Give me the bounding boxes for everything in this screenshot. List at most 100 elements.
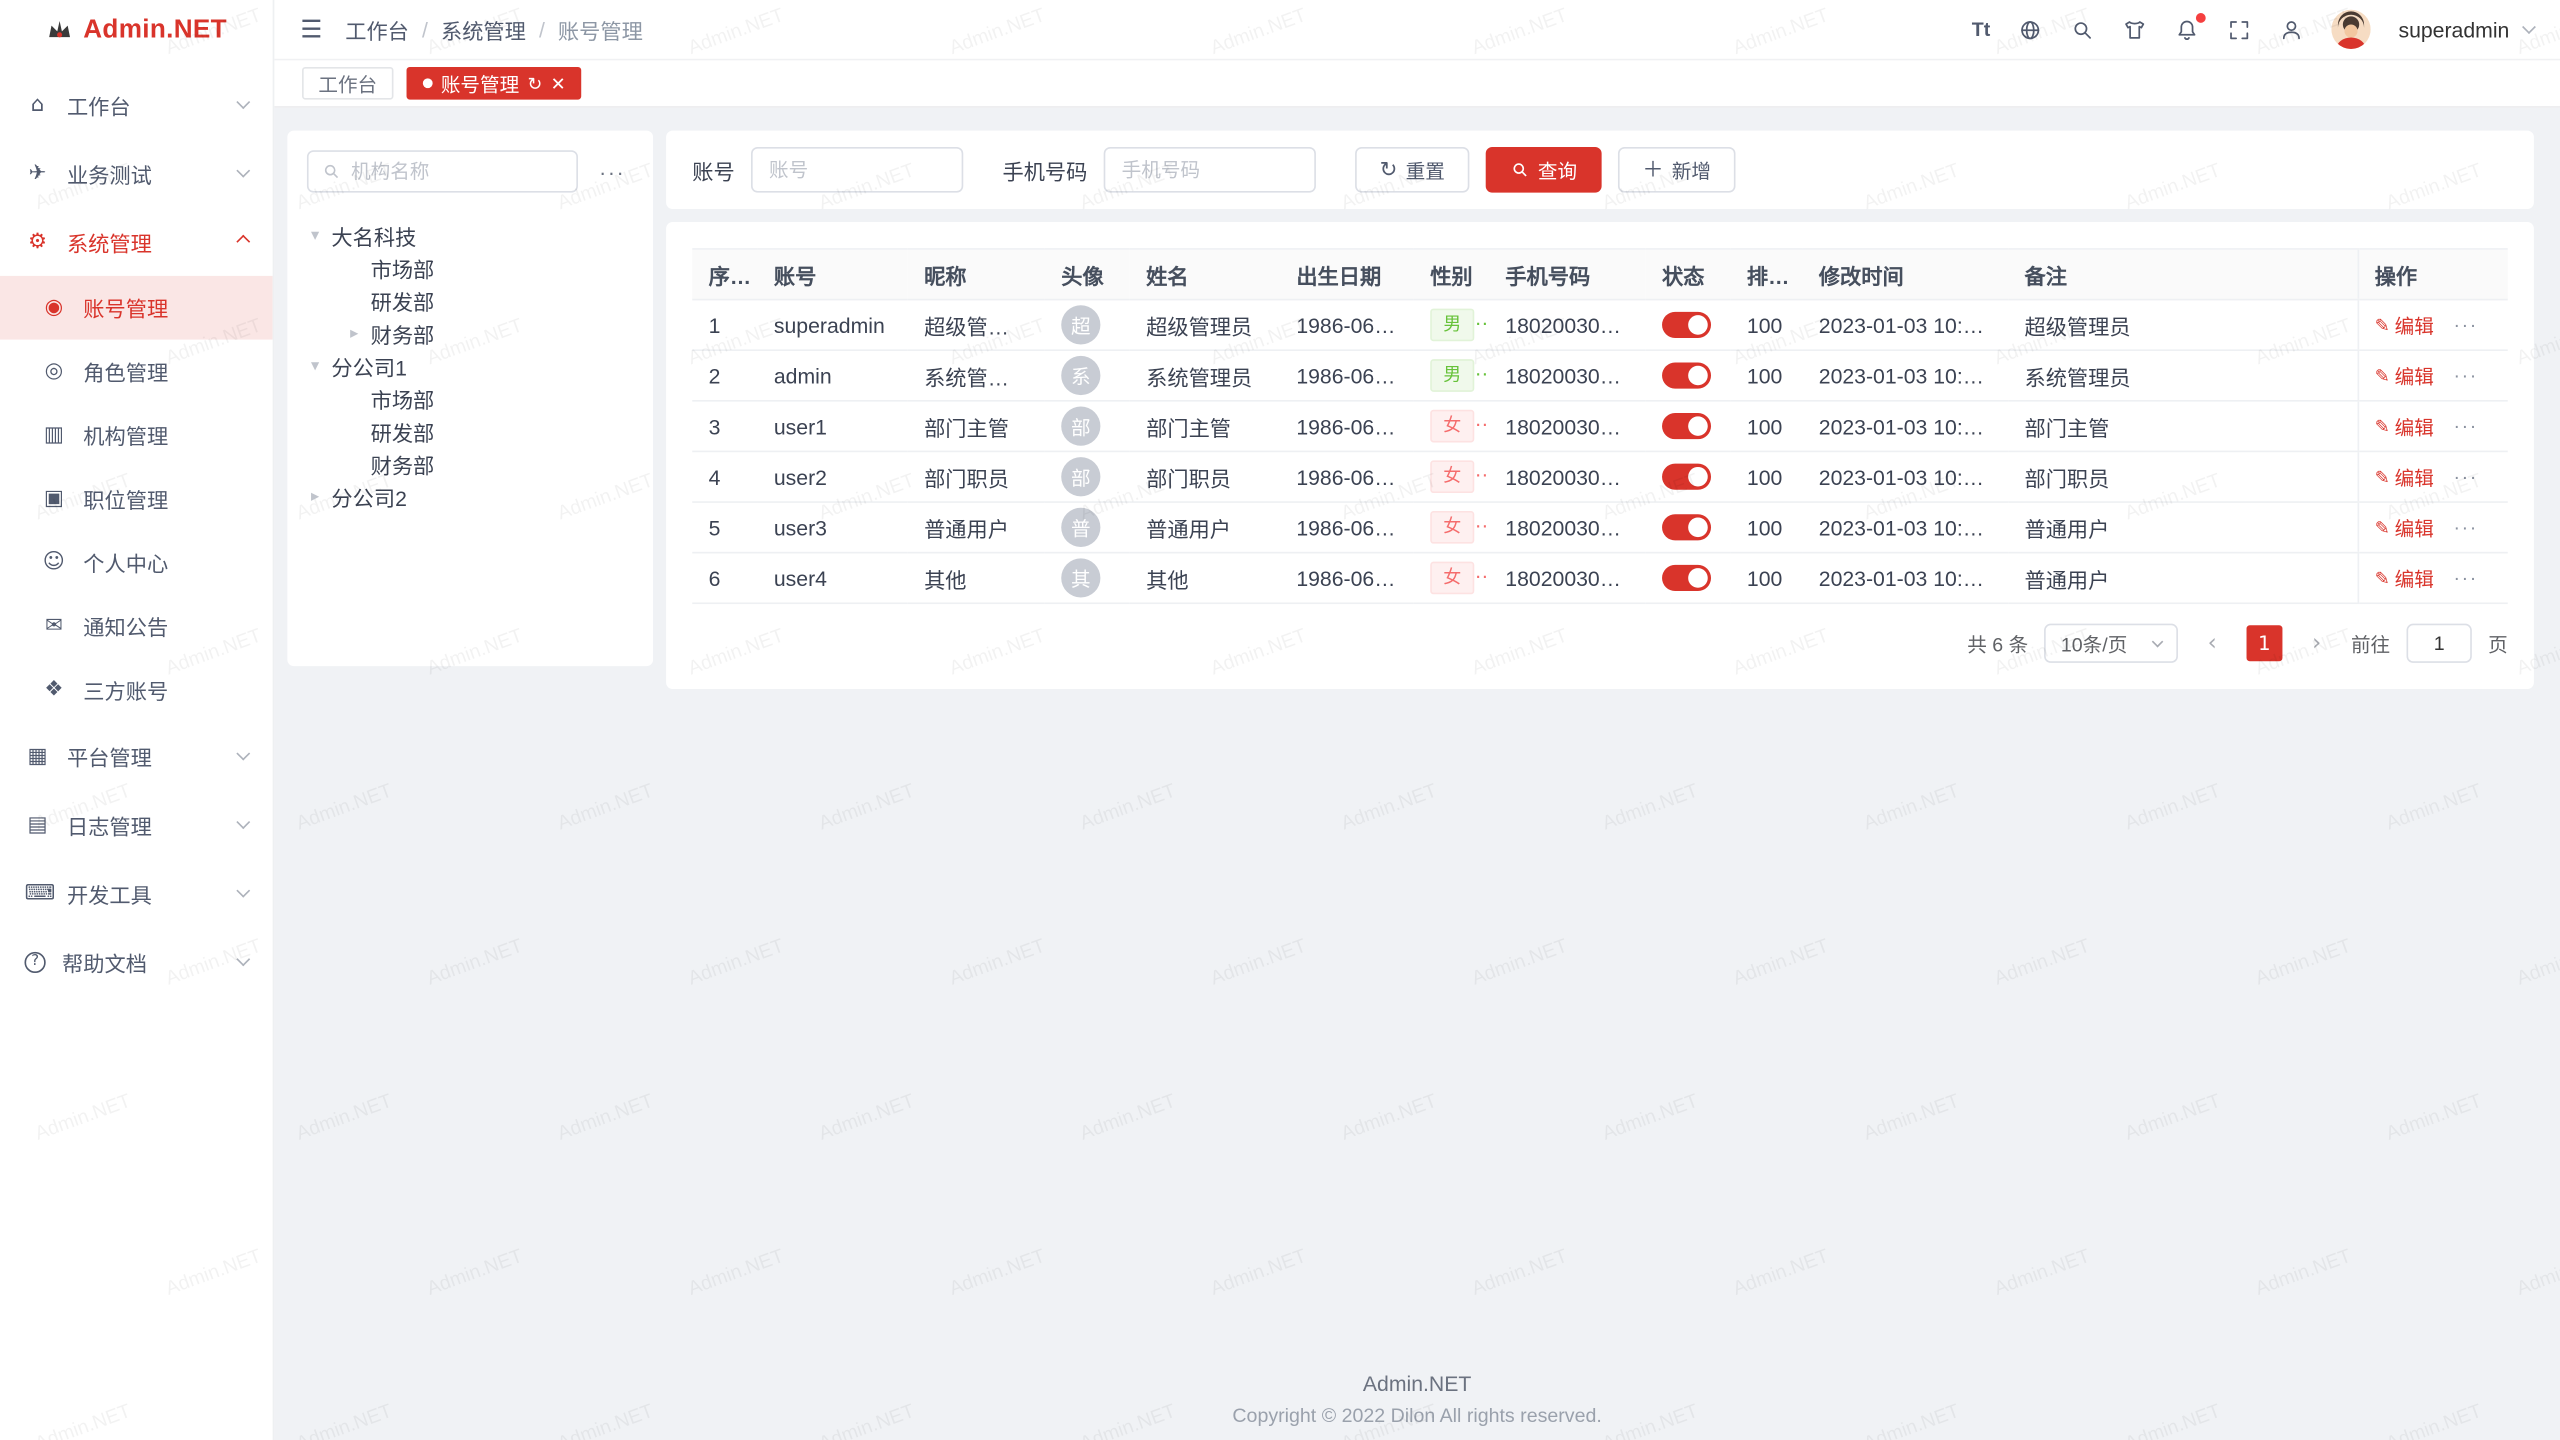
next-page-button[interactable]: › <box>2299 625 2335 661</box>
breadcrumb-item[interactable]: 系统管理 <box>441 14 526 45</box>
sidebar-item-profile-center[interactable]: 个人中心 <box>0 531 273 595</box>
sidebar-item-label: 账号管理 <box>83 292 248 323</box>
user-icon <box>41 296 67 320</box>
globe-icon[interactable] <box>2018 17 2042 41</box>
gender-badge: 女 <box>1430 511 1474 544</box>
notice-icon <box>41 614 67 638</box>
status-toggle[interactable] <box>1662 515 1711 541</box>
user-icon[interactable] <box>2279 17 2303 41</box>
org-tree-panel: ··· ▾大名科技 市场部 研发部 ▸财务部 ▾分公司1 市场部 研发部 财务部… <box>287 131 653 667</box>
more-actions-button[interactable]: ··· <box>2453 515 2477 538</box>
more-actions-button[interactable]: ··· <box>2453 464 2477 487</box>
breadcrumb-item[interactable]: 工作台 <box>345 14 409 45</box>
tab-label: 账号管理 <box>441 69 519 97</box>
page-size-select[interactable]: 10条/页 <box>2045 624 2178 663</box>
cell-gender: 女 <box>1414 401 1489 452</box>
user-avatar[interactable] <box>2332 10 2371 49</box>
notification-icon[interactable] <box>2175 17 2199 41</box>
edit-icon: ✎ <box>2375 567 2390 588</box>
theme-icon[interactable] <box>2123 17 2147 41</box>
edit-button[interactable]: ✎编辑 <box>2375 362 2434 390</box>
sidebar-item-workbench[interactable]: 工作台 <box>0 70 273 139</box>
more-actions-button[interactable]: ··· <box>2453 363 2477 386</box>
cell-actions: ✎编辑 ··· <box>2358 350 2508 401</box>
menu-toggle-icon[interactable]: ☰ <box>300 15 322 44</box>
status-toggle[interactable] <box>1662 414 1711 440</box>
tab-workbench[interactable]: 工作台 <box>302 67 393 100</box>
more-actions-button[interactable]: ··· <box>2453 566 2477 589</box>
caret-down-icon[interactable]: ▾ <box>307 226 323 244</box>
page-button-1[interactable]: 1 <box>2246 625 2282 661</box>
org-search <box>307 150 578 192</box>
edit-button[interactable]: ✎编辑 <box>2375 412 2434 440</box>
sidebar-item-org-management[interactable]: 机构管理 <box>0 403 273 467</box>
topbar: ☰ 工作台 / 系统管理 / 账号管理 Tt <box>274 0 2560 60</box>
sidebar-item-log-management[interactable]: 日志管理 <box>0 790 273 859</box>
org-search-input[interactable] <box>351 160 563 183</box>
tree-node[interactable]: 研发部 <box>307 284 634 317</box>
status-toggle[interactable] <box>1662 565 1711 591</box>
sidebar-item-role-management[interactable]: 角色管理 <box>0 340 273 404</box>
sidebar-item-dev-tools[interactable]: 开发工具 <box>0 859 273 928</box>
sidebar-item-system-management[interactable]: 系统管理 <box>0 207 273 276</box>
sidebar-item-account-management[interactable]: 账号管理 <box>0 276 273 340</box>
username[interactable]: superadmin <box>2398 17 2509 41</box>
footer: Admin.NET Copyright © 2022 Dilon All rig… <box>274 1371 2560 1427</box>
cell-actions: ✎编辑 ··· <box>2358 451 2508 502</box>
phone-input[interactable] <box>1104 147 1316 193</box>
cell-order: 100 <box>1731 451 1803 502</box>
tree-node[interactable]: 研发部 <box>307 415 634 448</box>
sidebar-item-notice[interactable]: 通知公告 <box>0 594 273 658</box>
sidebar-item-third-party-account[interactable]: 三方账号 <box>0 658 273 722</box>
tree-node[interactable]: 财务部 <box>307 447 634 480</box>
edit-button[interactable]: ✎编辑 <box>2375 513 2434 541</box>
status-toggle[interactable] <box>1662 312 1711 338</box>
cell-nickname: 普通用户 <box>908 502 1045 553</box>
close-icon[interactable]: ✕ <box>551 74 566 92</box>
tree-node[interactable]: 市场部 <box>307 251 634 284</box>
edit-button[interactable]: ✎编辑 <box>2375 463 2434 491</box>
more-actions-button[interactable]: ··· <box>2453 414 2477 437</box>
refresh-icon[interactable]: ↻ <box>527 74 542 92</box>
cell-name: 普通用户 <box>1130 502 1280 553</box>
tree-node[interactable]: 市场部 <box>307 382 634 415</box>
gender-badge: 男 <box>1430 309 1474 342</box>
status-toggle[interactable] <box>1662 464 1711 490</box>
sidebar-item-platform-management[interactable]: 平台管理 <box>0 722 273 791</box>
prev-page-button[interactable]: ‹ <box>2194 625 2230 661</box>
sidebar-item-position-management[interactable]: 职位管理 <box>0 467 273 531</box>
status-toggle[interactable] <box>1662 363 1711 389</box>
tree-node[interactable]: ▸财务部 <box>307 317 634 350</box>
cell-remark: 部门职员 <box>2008 451 2357 502</box>
tab-account-management[interactable]: 账号管理 ↻ ✕ <box>407 67 582 100</box>
chevron-down-icon <box>236 95 250 109</box>
tree-node[interactable]: ▸分公司2 <box>307 480 634 513</box>
fullscreen-icon[interactable] <box>2227 17 2251 41</box>
font-size-icon[interactable]: Tt <box>1972 18 1990 41</box>
home-icon <box>24 92 50 116</box>
tree-more-button[interactable]: ··· <box>591 152 633 191</box>
reset-button[interactable]: ↻ 重置 <box>1355 147 1469 193</box>
table-row: 4user2部门职员部部门职员1986-06-28女18020030720100… <box>692 451 2508 502</box>
sidebar-item-business-test[interactable]: 业务测试 <box>0 139 273 208</box>
more-actions-button[interactable]: ··· <box>2453 313 2477 336</box>
chevron-down-icon[interactable] <box>2522 20 2536 34</box>
tree-node[interactable]: ▾分公司1 <box>307 349 634 382</box>
caret-right-icon[interactable]: ▸ <box>346 324 362 342</box>
brand-logo[interactable]: Admin.NET <box>0 0 273 60</box>
account-input[interactable] <box>751 147 963 193</box>
sidebar-item-label: 开发工具 <box>67 878 222 909</box>
caret-down-icon[interactable]: ▾ <box>307 357 323 375</box>
search-button[interactable]: 查询 <box>1486 147 1602 193</box>
goto-page-input[interactable] <box>2407 624 2472 663</box>
sidebar-item-label: 通知公告 <box>83 611 248 642</box>
edit-button[interactable]: ✎编辑 <box>2375 564 2434 592</box>
search-icon[interactable] <box>2070 17 2094 41</box>
sidebar-item-help-docs[interactable]: 帮助文档 <box>0 927 273 996</box>
edit-button[interactable]: ✎编辑 <box>2375 311 2434 339</box>
phone-label: 手机号码 <box>1002 154 1087 185</box>
caret-right-icon[interactable]: ▸ <box>307 487 323 505</box>
cell-modified-time: 2023-01-03 10:59:44 <box>1802 401 2008 452</box>
tree-node[interactable]: ▾大名科技 <box>307 219 634 252</box>
add-button[interactable]: ＋ 新增 <box>1618 147 1736 193</box>
